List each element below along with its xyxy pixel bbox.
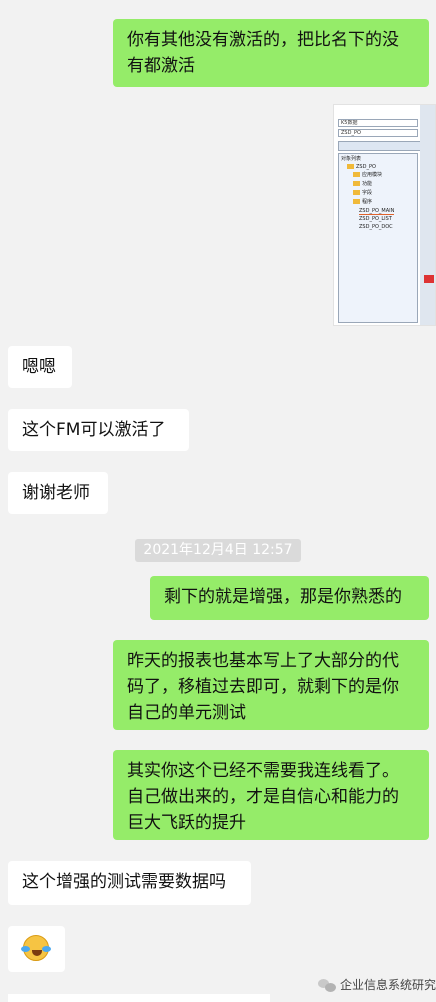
- folder-icon: [353, 190, 360, 195]
- next-message-edge: [8, 994, 270, 1002]
- image-message[interactable]: K5数据 ZSD_PO 对象列表 ZSD_PO 应用模块 功能 字段 程序 ZS…: [333, 104, 436, 326]
- mouth-shape: [32, 950, 42, 956]
- thumb-tree-title: 对象列表: [341, 156, 362, 162]
- folder-icon: [353, 199, 360, 204]
- emoji-message[interactable]: [8, 926, 65, 972]
- thumb-toolbar: [338, 141, 422, 151]
- laughing-crying-face-icon: [21, 935, 51, 961]
- message-text: 这个FM可以激活了: [22, 420, 166, 440]
- folder-icon: [353, 172, 360, 177]
- message-text: 嗯嗯: [22, 357, 56, 377]
- tear-icon: [21, 946, 30, 952]
- thumb-tree-item: 字段: [362, 190, 373, 196]
- message-text: 这个增强的测试需要数据吗: [22, 872, 226, 892]
- thumb-tree: 对象列表 ZSD_PO 应用模块 功能 字段 程序 ZSD_PO_MAIN ZS…: [338, 153, 418, 323]
- message-text: 你有其他没有激活的，把比名下的没有都激活: [127, 30, 399, 76]
- message-text: 其实你这个已经不需要我连线看了。自己做出来的，才是自信心和能力的巨大飞跃的提升: [127, 761, 399, 833]
- outgoing-message[interactable]: 你有其他没有激活的，把比名下的没有都激活: [113, 19, 429, 87]
- message-text: 昨天的报表也基本写上了大部分的代码了，移植过去即可，就剩下的是你自己的单元测试: [127, 651, 399, 723]
- folder-icon: [347, 164, 354, 169]
- thumb-tree-item: 程序: [362, 199, 373, 205]
- thumb-tree-item: 应用模块: [362, 172, 383, 178]
- outgoing-message[interactable]: 昨天的报表也基本写上了大部分的代码了，移植过去即可，就剩下的是你自己的单元测试: [113, 640, 429, 730]
- message-text: 剩下的就是增强，那是你熟悉的: [164, 587, 402, 607]
- incoming-message[interactable]: 谢谢老师: [8, 472, 108, 514]
- thumb-tree-item: ZSD_PO_MAIN: [359, 208, 395, 214]
- thumb-tree-item: 功能: [362, 181, 373, 187]
- outgoing-message[interactable]: 其实你这个已经不需要我连线看了。自己做出来的，才是自信心和能力的巨大飞跃的提升: [113, 750, 429, 840]
- folder-icon: [353, 181, 360, 186]
- thumb-tree-item: ZSD_PO: [356, 164, 376, 170]
- wechat-icon: [318, 978, 336, 992]
- thumb-field: K5数据: [338, 119, 418, 127]
- incoming-message[interactable]: 这个增强的测试需要数据吗: [8, 861, 251, 905]
- thumb-tree-item: ZSD_PO_LIST: [359, 216, 392, 222]
- thumb-tree-item: ZSD_PO_DOC: [359, 224, 393, 230]
- message-text: 谢谢老师: [22, 483, 90, 503]
- timestamp-label: 2021年12月4日 12:57: [135, 539, 301, 562]
- outgoing-message[interactable]: 剩下的就是增强，那是你熟悉的: [150, 576, 429, 620]
- watermark-text: 企业信息系统研究: [340, 978, 436, 992]
- thumb-side-panel: [420, 105, 435, 325]
- incoming-message[interactable]: 这个FM可以激活了: [8, 409, 189, 451]
- tear-icon: [42, 946, 51, 952]
- thumb-status-icon: [424, 275, 434, 283]
- incoming-message[interactable]: 嗯嗯: [8, 346, 72, 388]
- thumb-field: ZSD_PO: [338, 129, 418, 137]
- watermark: 企业信息系统研究: [318, 976, 436, 993]
